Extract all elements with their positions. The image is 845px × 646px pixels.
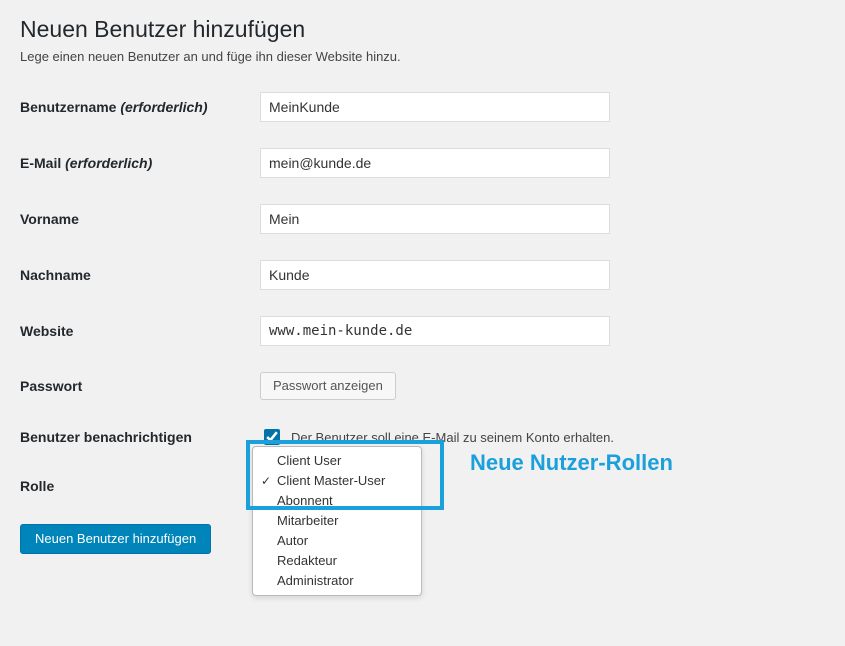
website-label: Website	[20, 323, 260, 339]
role-option[interactable]: Abonnent	[253, 491, 421, 511]
role-option[interactable]: Client Master-User	[253, 471, 421, 491]
lastname-label: Nachname	[20, 267, 260, 283]
role-label: Rolle	[20, 474, 260, 494]
submit-add-user-button[interactable]: Neuen Benutzer hinzufügen	[20, 524, 211, 554]
firstname-label: Vorname	[20, 211, 260, 227]
role-option[interactable]: Administrator	[253, 571, 421, 591]
add-user-form: Benutzername (erforderlich) E-Mail (erfo…	[20, 92, 825, 554]
page-title: Neuen Benutzer hinzufügen	[20, 16, 825, 43]
lastname-input[interactable]	[260, 260, 610, 290]
notify-checkbox[interactable]	[264, 429, 280, 445]
role-option[interactable]: Client User	[253, 451, 421, 471]
show-password-button[interactable]: Passwort anzeigen	[260, 372, 396, 400]
notify-label: Benutzer benachrichtigen	[20, 429, 260, 445]
page-subtitle: Lege einen neuen Benutzer an und füge ih…	[20, 49, 825, 64]
username-input[interactable]	[260, 92, 610, 122]
firstname-input[interactable]	[260, 204, 610, 234]
notify-text: Der Benutzer soll eine E-Mail zu seinem …	[291, 430, 614, 445]
role-option[interactable]: Autor	[253, 531, 421, 551]
role-option[interactable]: Mitarbeiter	[253, 511, 421, 531]
password-label: Passwort	[20, 378, 260, 394]
role-select-dropdown[interactable]: Client UserClient Master-UserAbonnentMit…	[252, 446, 422, 596]
website-input[interactable]	[260, 316, 610, 346]
email-input[interactable]	[260, 148, 610, 178]
annotation-text: Neue Nutzer-Rollen	[470, 450, 673, 476]
email-label: E-Mail (erforderlich)	[20, 155, 260, 171]
username-label: Benutzername (erforderlich)	[20, 99, 260, 115]
role-option[interactable]: Redakteur	[253, 551, 421, 571]
